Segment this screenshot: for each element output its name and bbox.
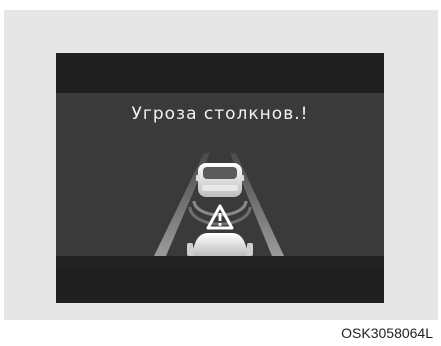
cluster-display: Угроза столкнов.! [56,53,384,303]
display-top-bar [56,53,384,93]
car-hood-icon [187,233,253,256]
display-bottom-bar [56,267,384,303]
car-rear-icon [196,163,244,197]
figure-frame: Угроза столкнов.! OSK3058064L [0,0,441,346]
display-screen: Угроза столкнов.! [56,93,384,256]
figure-code: OSK3058064L [341,325,433,341]
collision-scene [154,153,284,256]
